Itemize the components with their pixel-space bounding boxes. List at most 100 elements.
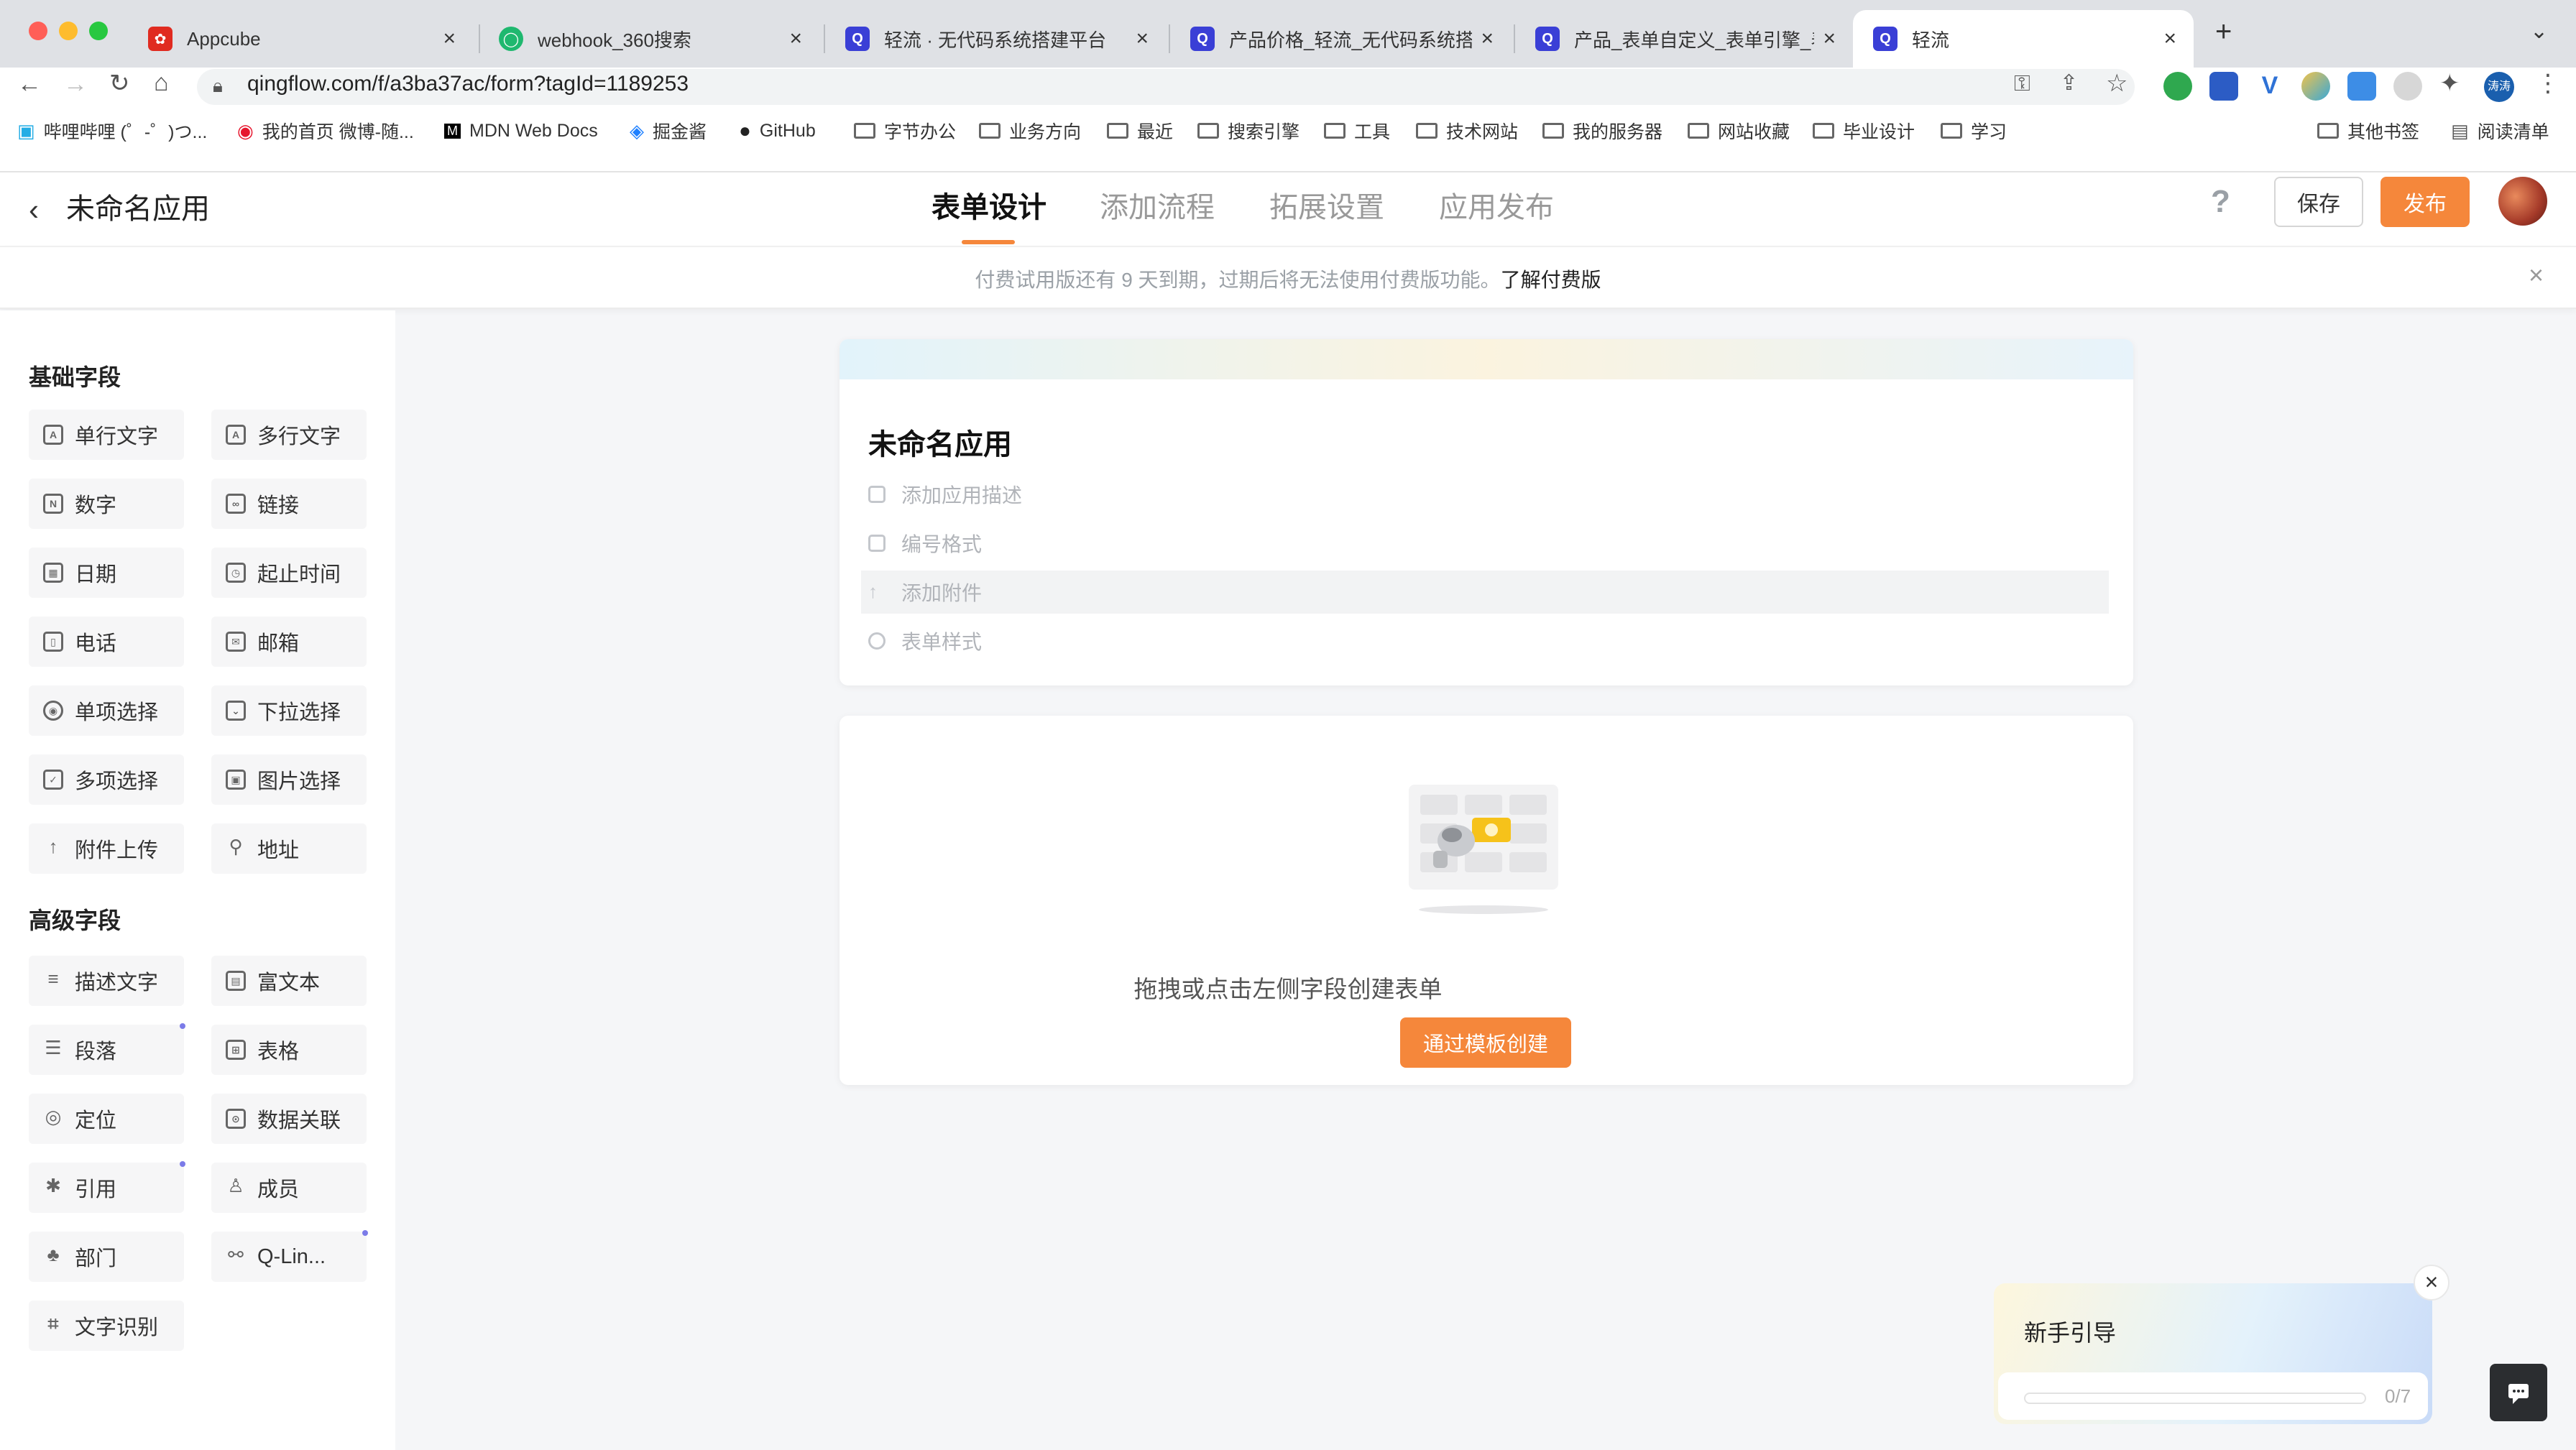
bookmark-other[interactable]: 其他书签	[2317, 115, 2419, 147]
field-email[interactable]: ✉ 邮箱	[211, 617, 367, 667]
lock-icon[interactable]: 🔒︎	[213, 75, 223, 98]
form-title[interactable]: 未命名应用	[868, 421, 1012, 463]
browser-tab-webhook[interactable]: ◯ webhook_360搜索 ×	[479, 10, 819, 68]
field-image-choice[interactable]: ▣ 图片选择	[211, 754, 367, 805]
field-paragraph[interactable]: ☰ 段落	[29, 1025, 184, 1075]
reading-list[interactable]: ▤ 阅读清单	[2451, 115, 2549, 147]
bookmark-folder[interactable]: 我的服务器	[1542, 115, 1662, 147]
field-data-relation[interactable]: ⊙ 数据关联	[211, 1094, 367, 1144]
bookmark-label: 其他书签	[2347, 122, 2420, 142]
field-link[interactable]: ∞ 链接	[211, 479, 367, 529]
close-notice-icon[interactable]: ×	[2529, 260, 2544, 290]
bookmark-bilibili[interactable]: ▣ 哔哩哔哩 (゜-゜)つ...	[17, 115, 207, 147]
save-button[interactable]: 保存	[2274, 177, 2363, 227]
extensions-puzzle-icon[interactable]: ✦	[2439, 69, 2460, 98]
field-ocr[interactable]: ⌗ 文字识别	[29, 1301, 184, 1351]
browser-menu-icon[interactable]: ⋮	[2536, 69, 2560, 98]
field-q-linker[interactable]: ⚯ Q-Lin...	[211, 1232, 367, 1282]
bookmark-folder[interactable]: 工具	[1324, 115, 1390, 147]
bookmark-weibo[interactable]: ◉ 我的首页 微博-随...	[237, 115, 414, 147]
field-date[interactable]: ▦ 日期	[29, 548, 184, 598]
user-avatar[interactable]	[2498, 177, 2547, 226]
maximize-window-button[interactable]	[89, 22, 108, 40]
bookmark-folder[interactable]: 技术网站	[1416, 115, 1518, 147]
back-arrow-icon[interactable]: ←	[17, 70, 42, 98]
extension-gray-icon[interactable]	[2393, 72, 2422, 101]
close-tab-icon[interactable]: ×	[1136, 27, 1149, 51]
bookmark-folder[interactable]: 学习	[1941, 115, 2007, 147]
field-table[interactable]: ⊞ 表格	[211, 1025, 367, 1075]
tab-form-design[interactable]: 表单设计	[932, 184, 1046, 226]
minimize-window-button[interactable]	[59, 22, 78, 40]
bookmark-label: GitHub	[759, 120, 816, 141]
bookmark-folder[interactable]: 字节办公	[854, 115, 956, 147]
browser-tab-qingflow-product[interactable]: Q 产品_表单自定义_表单引擎_表单 ×	[1515, 10, 1853, 68]
profile-avatar[interactable]: 涛涛	[2484, 72, 2514, 102]
back-chevron-icon[interactable]: ‹	[29, 193, 39, 227]
field-location[interactable]: ◎ 定位	[29, 1094, 184, 1144]
extension-blue-icon[interactable]	[2347, 72, 2376, 101]
chat-support-button[interactable]	[2490, 1364, 2547, 1421]
help-question-icon[interactable]: ?	[2211, 184, 2238, 219]
reload-icon[interactable]: ↻	[109, 69, 130, 98]
close-guide-icon[interactable]: ×	[2414, 1265, 2450, 1301]
close-tab-icon[interactable]: ×	[789, 27, 802, 51]
field-multi-line[interactable]: A 多行文字	[211, 410, 367, 460]
new-tab-button[interactable]: +	[2215, 16, 2232, 48]
learn-paid-link[interactable]: 了解付费版	[1501, 269, 1601, 291]
browser-tab-qingflow-home[interactable]: Q 轻流 · 无代码系统搭建平台 ×	[825, 10, 1166, 68]
tab-app-publish[interactable]: 应用发布	[1439, 184, 1554, 226]
field-single-line[interactable]: A 单行文字	[29, 410, 184, 460]
close-window-button[interactable]	[29, 22, 47, 40]
tab-search-chevron-icon[interactable]: ⌄	[2530, 19, 2548, 44]
extension-v-icon[interactable]: V	[2255, 72, 2284, 101]
field-multi-choice[interactable]: ✓ 多项选择	[29, 754, 184, 805]
field-reference[interactable]: ✱ 引用	[29, 1163, 184, 1213]
forward-arrow-icon[interactable]: →	[63, 70, 88, 98]
add-attachment-option[interactable]: ↑ 添加附件	[861, 571, 2109, 614]
url-text[interactable]: qingflow.com/f/a3ba37ac/form?tagId=11892…	[247, 72, 689, 96]
field-date-range[interactable]: ◷ 起止时间	[211, 548, 367, 598]
field-label: 多项选择	[75, 770, 159, 793]
bookmark-folder[interactable]: 网站收藏	[1688, 115, 1790, 147]
extension-bitwarden-icon[interactable]	[2209, 72, 2238, 101]
field-address[interactable]: ⚲ 地址	[211, 823, 367, 874]
bookmark-star-icon[interactable]: ☆	[2106, 69, 2128, 98]
close-tab-icon[interactable]: ×	[443, 27, 456, 51]
map-pin-icon: ⚲	[229, 836, 243, 857]
field-phone[interactable]: ▯ 电话	[29, 617, 184, 667]
browser-tab-qingflow-pricing[interactable]: Q 产品价格_轻流_无代码系统搭建 ×	[1170, 10, 1511, 68]
tab-add-flow[interactable]: 添加流程	[1100, 184, 1215, 226]
field-member[interactable]: ♙ 成员	[211, 1163, 367, 1213]
publish-button[interactable]: 发布	[2380, 177, 2470, 227]
numbering-format-option[interactable]: 编号格式	[868, 522, 2109, 565]
close-tab-icon[interactable]: ×	[1481, 27, 1494, 51]
field-number[interactable]: N 数字	[29, 479, 184, 529]
tab-extend-settings[interactable]: 拓展设置	[1269, 184, 1384, 226]
bookmark-juejin[interactable]: ◈ 掘金酱	[630, 115, 707, 147]
bookmark-mdn[interactable]: M MDN Web Docs	[444, 115, 598, 147]
field-department[interactable]: ♣ 部门	[29, 1232, 184, 1282]
key-icon[interactable]: ⚿	[2014, 72, 2030, 96]
close-tab-icon[interactable]: ×	[1823, 27, 1836, 51]
browser-tab-appcube[interactable]: ✿ Appcube ×	[128, 10, 473, 68]
home-icon[interactable]: ⌂	[154, 69, 169, 97]
browser-tab-qingflow-active[interactable]: Q 轻流 ×	[1853, 10, 2194, 68]
bookmark-github[interactable]: ● GitHub	[739, 115, 816, 147]
add-description-option[interactable]: 添加应用描述	[868, 473, 2109, 516]
field-attachment[interactable]: ↑ 附件上传	[29, 823, 184, 874]
bookmark-folder[interactable]: 搜索引擎	[1197, 115, 1300, 147]
share-icon[interactable]: ⇪	[2060, 70, 2078, 96]
bookmark-folder[interactable]: 毕业设计	[1813, 115, 1915, 147]
new-badge-dot	[180, 1161, 185, 1167]
field-single-choice[interactable]: ◉ 单项选择	[29, 685, 184, 736]
extension-shield-icon[interactable]	[2163, 72, 2192, 101]
qingflow-favicon-icon: Q	[845, 27, 870, 51]
field-dropdown[interactable]: ⌄ 下拉选择	[211, 685, 367, 736]
bookmark-folder[interactable]: 业务方向	[979, 115, 1081, 147]
extension-colorful-icon[interactable]	[2301, 72, 2330, 101]
bookmark-folder[interactable]: 最近	[1107, 115, 1173, 147]
close-tab-icon[interactable]: ×	[2163, 27, 2176, 51]
form-style-option[interactable]: 表单样式	[868, 619, 2109, 662]
create-from-template-button[interactable]: 通过模板创建	[1400, 1017, 1571, 1068]
